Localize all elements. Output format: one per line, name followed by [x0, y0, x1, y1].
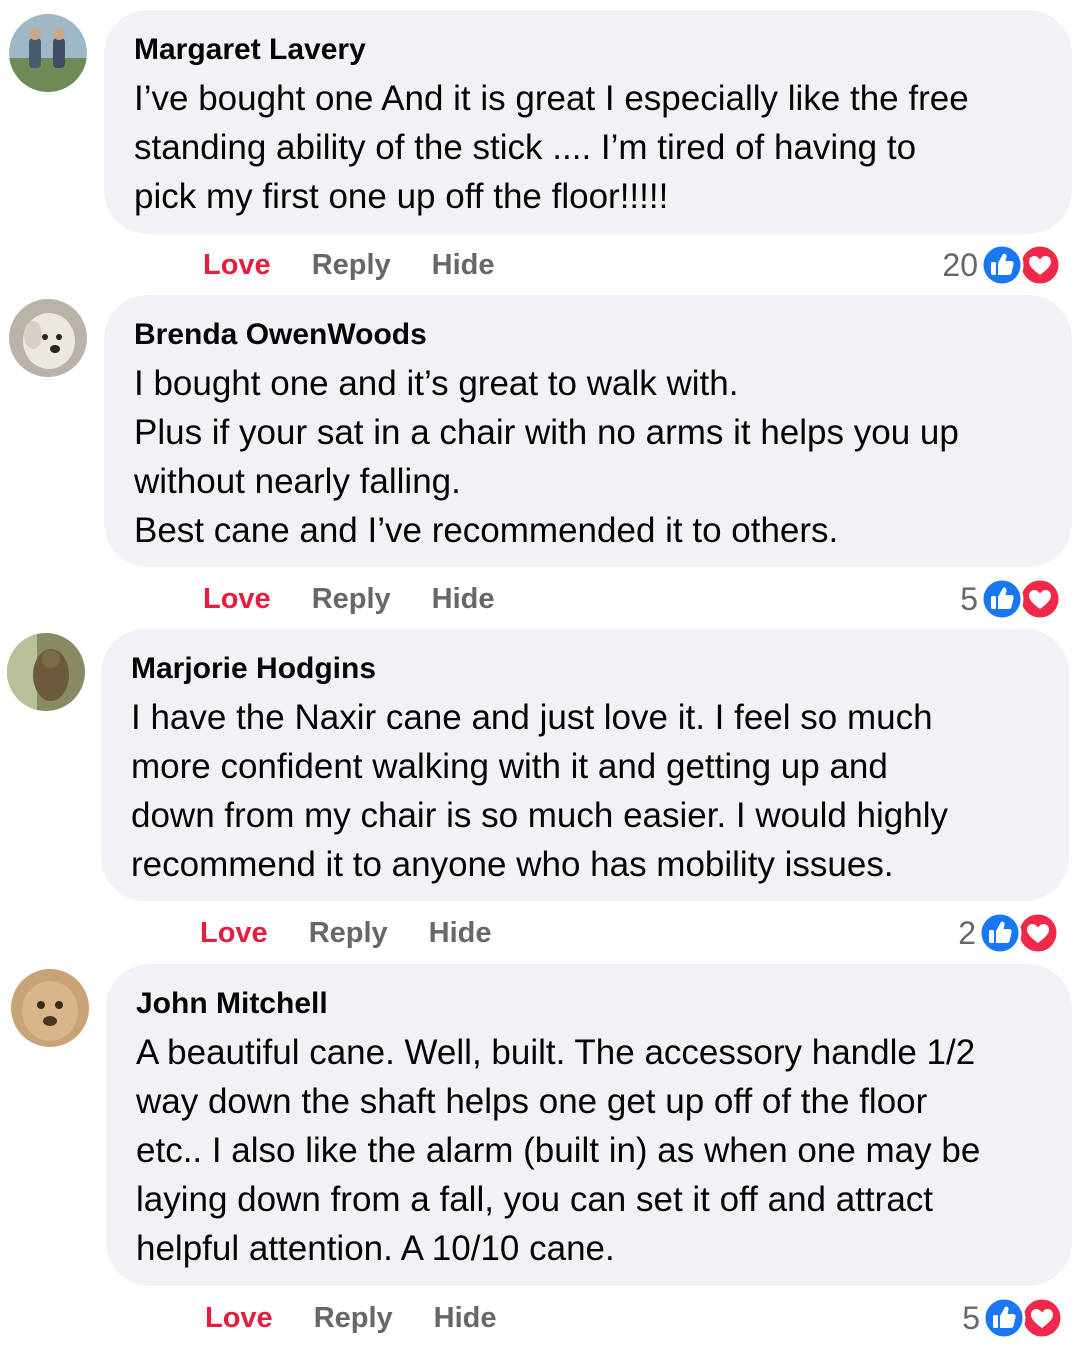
comment-bubble: Marjorie Hodgins I have the Naxir cane a…: [101, 629, 1069, 901]
comment-text-line: A beautiful cane. Well, built. The acces…: [136, 1033, 976, 1072]
hide-button[interactable]: Hide: [432, 249, 495, 282]
comment-text-line: Best cane and I’ve recommended it to oth…: [134, 511, 839, 550]
hide-button[interactable]: Hide: [432, 583, 495, 616]
love-icon: [1020, 1296, 1064, 1340]
love-button[interactable]: Love: [203, 249, 271, 282]
like-icon: [980, 577, 1024, 621]
reaction-summary[interactable]: 20: [942, 243, 1062, 287]
comment-text: A beautiful cane. Well, built. The acces…: [136, 1028, 1042, 1273]
comment-text-line: helpful attention. A 10/10 cane.: [136, 1229, 615, 1268]
love-icon: [1018, 243, 1062, 287]
comment-actions: Love Reply Hide: [203, 579, 536, 619]
avatar[interactable]: [7, 633, 85, 711]
love-button[interactable]: Love: [203, 583, 271, 616]
love-button[interactable]: Love: [205, 1302, 273, 1335]
reply-button[interactable]: Reply: [312, 249, 391, 282]
comment-text-line: way down the shaft helps one get up off …: [136, 1082, 928, 1121]
avatar[interactable]: [9, 14, 87, 92]
comment-text-line: laying down from a fall, you can set it …: [136, 1180, 934, 1219]
reaction-icons: [982, 1296, 1064, 1340]
comment-text-line: down from my chair is so much easier. I …: [131, 796, 948, 835]
reply-button[interactable]: Reply: [314, 1302, 393, 1335]
reaction-icons: [980, 577, 1062, 621]
avatar[interactable]: [9, 299, 87, 377]
reaction-count: 2: [958, 914, 976, 951]
comment-text-line: I’ve bought one And it is great I especi…: [134, 79, 969, 118]
comment-author[interactable]: Marjorie Hodgins: [131, 651, 1039, 687]
comment-text: I have the Naxir cane and just love it. …: [131, 693, 1039, 889]
comment-author[interactable]: Brenda OwenWoods: [134, 317, 1042, 353]
like-icon: [982, 1296, 1026, 1340]
reaction-icons: [980, 243, 1062, 287]
comment-bubble: Brenda OwenWoods I bought one and it’s g…: [104, 295, 1072, 567]
comment-text-line: pick my first one up off the floor!!!!!: [134, 177, 669, 216]
reaction-icons: [978, 911, 1060, 955]
comment-text-line: etc.. I also like the alarm (built in) a…: [136, 1131, 981, 1170]
reaction-count: 5: [960, 580, 978, 617]
comment-text-line: I bought one and it’s great to walk with…: [134, 364, 739, 403]
love-icon: [1018, 577, 1062, 621]
love-icon: [1016, 911, 1060, 955]
comment-actions: Love Reply Hide: [200, 913, 533, 953]
hide-button[interactable]: Hide: [429, 917, 492, 950]
comment-actions: Love Reply Hide: [203, 245, 536, 285]
comment-bubble: Margaret Lavery I’ve bought one And it i…: [104, 10, 1072, 234]
comment-text: I bought one and it’s great to walk with…: [134, 359, 1042, 555]
reply-button[interactable]: Reply: [312, 583, 391, 616]
comment-text-line: Plus if your sat in a chair with no arms…: [134, 413, 959, 452]
comment-text-line: standing ability of the stick .... I’m t…: [134, 128, 917, 167]
reaction-summary[interactable]: 5: [962, 1296, 1064, 1340]
reaction-summary[interactable]: 2: [958, 911, 1060, 955]
reply-button[interactable]: Reply: [309, 917, 388, 950]
reaction-count: 20: [942, 246, 978, 283]
comment-author[interactable]: John Mitchell: [136, 986, 1042, 1022]
comment-bubble: John Mitchell A beautiful cane. Well, bu…: [106, 964, 1072, 1286]
comment-author[interactable]: Margaret Lavery: [134, 32, 1042, 68]
love-button[interactable]: Love: [200, 917, 268, 950]
comment-text-line: more confident walking with it and getti…: [131, 747, 888, 786]
comment-text-line: without nearly falling.: [134, 462, 461, 501]
comment-text-line: I have the Naxir cane and just love it. …: [131, 698, 933, 737]
like-icon: [978, 911, 1022, 955]
comment-text-line: recommend it to anyone who has mobility …: [131, 845, 894, 884]
avatar[interactable]: [11, 969, 89, 1047]
reaction-count: 5: [962, 1299, 980, 1336]
comment-text: I’ve bought one And it is great I especi…: [134, 74, 1042, 221]
like-icon: [980, 243, 1024, 287]
hide-button[interactable]: Hide: [434, 1302, 497, 1335]
reaction-summary[interactable]: 5: [960, 577, 1062, 621]
comment-actions: Love Reply Hide: [205, 1298, 538, 1338]
